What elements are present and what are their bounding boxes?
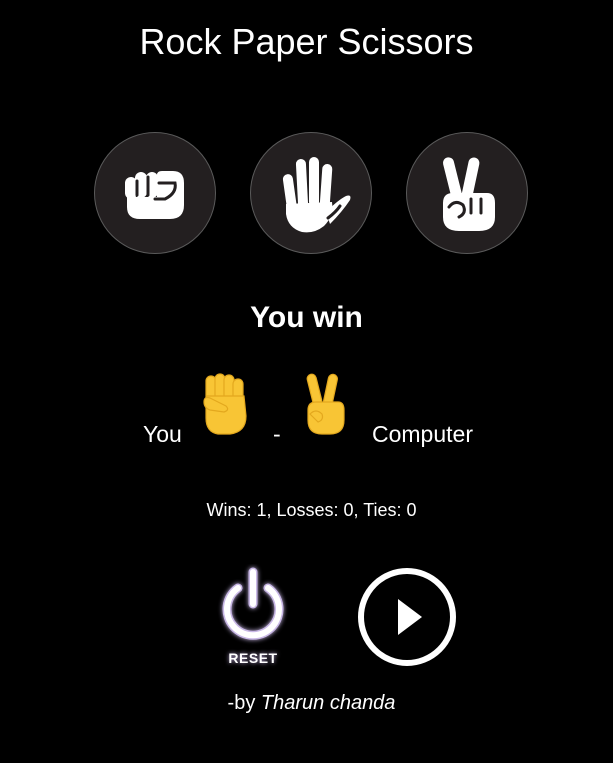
- raised-fist-icon: [203, 373, 247, 435]
- victory-hand-icon: [442, 157, 495, 231]
- reset-label: RESET: [228, 650, 278, 666]
- fist-icon: [125, 171, 184, 219]
- score-text: Wins: 1, Losses: 0, Ties: 0: [206, 500, 417, 520]
- play-icon: [358, 568, 456, 666]
- victory-hand-emoji-icon: [306, 373, 345, 435]
- matchup: You - Computer: [0, 370, 613, 450]
- play-button[interactable]: [356, 566, 458, 668]
- open-hand-icon: [282, 157, 351, 233]
- you-label: You: [143, 421, 182, 447]
- credit-prefix: -by: [227, 692, 261, 714]
- paper-button[interactable]: [250, 132, 372, 254]
- page-title: Rock Paper Scissors: [139, 21, 474, 62]
- scissors-button[interactable]: [406, 132, 528, 254]
- separator: -: [273, 421, 281, 447]
- game-page: Rock Paper Scissors You win You - Comput…: [0, 0, 613, 763]
- power-icon: [222, 567, 284, 640]
- rock-button[interactable]: [94, 132, 216, 254]
- result-text: You win: [250, 301, 363, 334]
- credit-author: Tharun chanda: [260, 692, 396, 714]
- computer-label: Computer: [372, 421, 473, 447]
- reset-button[interactable]: RESET: [212, 564, 294, 672]
- credit: -by Tharun chanda: [0, 690, 613, 716]
